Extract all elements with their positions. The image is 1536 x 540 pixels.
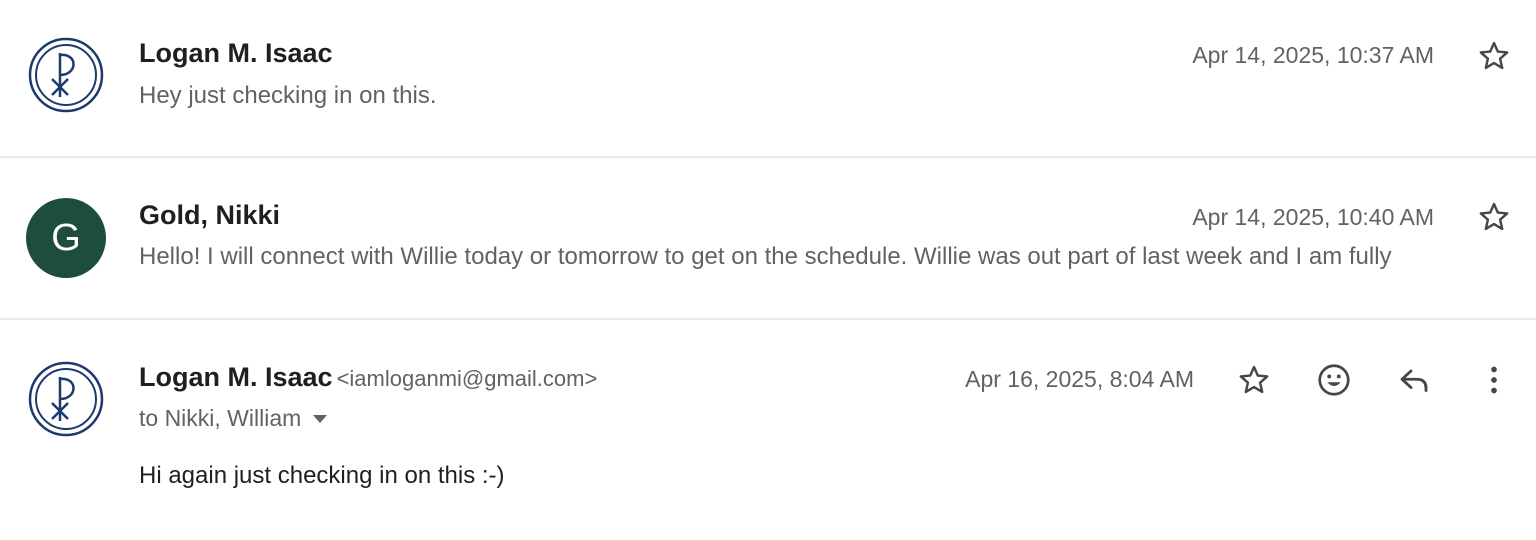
message-snippet: Hello! I will connect with Willie today … <box>139 243 1392 270</box>
reply-icon <box>1400 369 1428 392</box>
more-options-button[interactable] <box>1474 360 1514 400</box>
message-expanded: Logan M. Isaac <iamloganmi@gmail.com> to … <box>0 320 1536 540</box>
star-icon <box>1239 365 1269 394</box>
message-date: Apr 14, 2025, 10:37 AM <box>1192 42 1434 68</box>
message-snippet: Hey just checking in on this. <box>139 82 437 109</box>
message-body: Hi again just checking in on this :-) <box>139 462 505 489</box>
more-options-icon <box>1491 366 1497 394</box>
star-icon <box>1479 202 1509 231</box>
star-button[interactable] <box>1474 197 1514 237</box>
reply-button[interactable] <box>1394 360 1434 400</box>
sender-name[interactable]: Gold, Nikki <box>139 200 280 231</box>
add-reaction-button[interactable] <box>1314 360 1354 400</box>
message-collapsed[interactable]: Logan M. Isaac Hey just checking in on t… <box>0 0 1536 158</box>
message-collapsed[interactable]: G Gold, Nikki Hello! I will connect with… <box>0 158 1536 320</box>
sender-email: <iamloganmi@gmail.com> <box>336 366 598 391</box>
chevron-down-icon[interactable] <box>313 414 328 423</box>
chi-rho-logo-icon <box>28 361 104 437</box>
star-icon <box>1479 41 1509 70</box>
star-button[interactable] <box>1234 360 1274 400</box>
emoji-reaction-icon <box>1318 364 1350 396</box>
chi-rho-logo-icon <box>28 37 104 113</box>
message-date: Apr 16, 2025, 8:04 AM <box>965 366 1194 392</box>
recipients-label: to Nikki, William <box>139 405 302 431</box>
message-date: Apr 14, 2025, 10:40 AM <box>1192 204 1434 230</box>
sender-avatar[interactable]: G <box>26 198 106 278</box>
sender-name[interactable]: Logan M. Isaac <box>139 38 333 69</box>
sender-name[interactable]: Logan M. Isaac <box>139 362 333 392</box>
sender-header: Logan M. Isaac <iamloganmi@gmail.com> <box>139 362 597 393</box>
sender-avatar[interactable] <box>26 359 106 439</box>
recipients-toggle[interactable]: to Nikki, William <box>139 405 328 432</box>
star-button[interactable] <box>1474 36 1514 76</box>
sender-avatar[interactable] <box>26 35 106 115</box>
